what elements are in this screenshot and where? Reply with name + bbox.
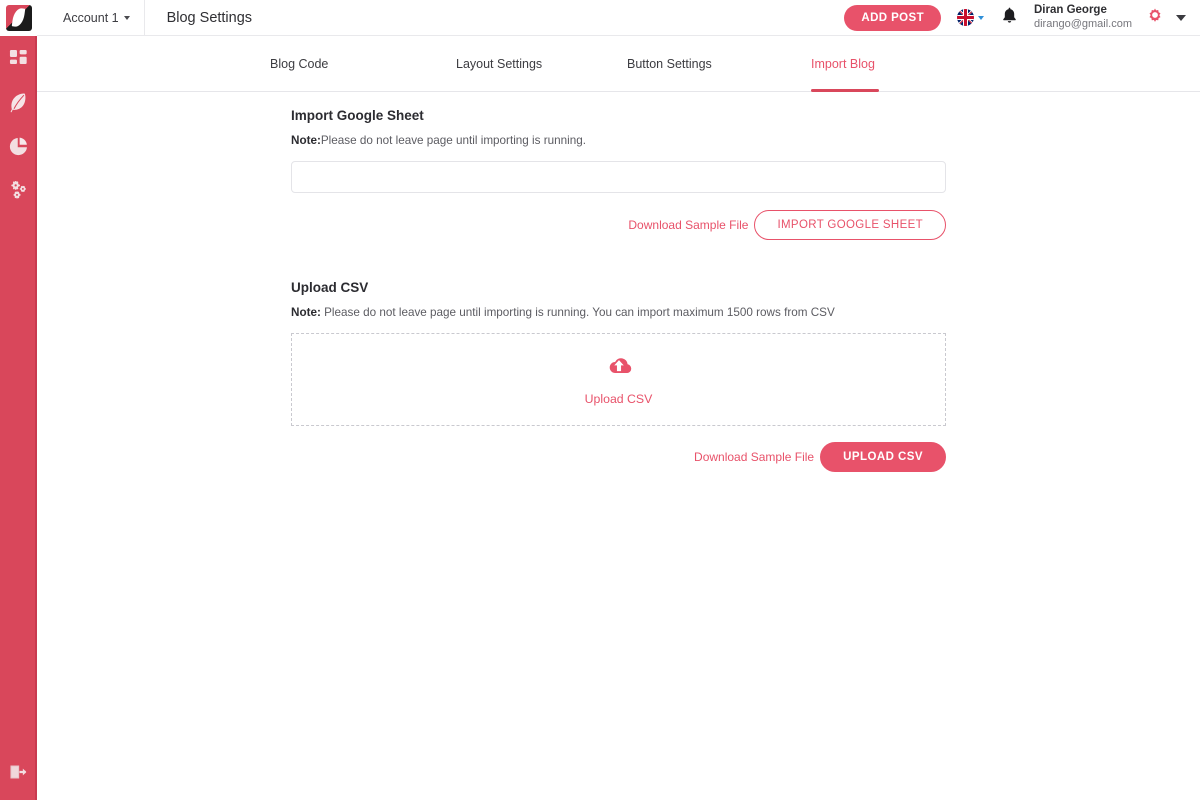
- settings-button[interactable]: [1146, 6, 1164, 29]
- chevron-down-icon: [123, 15, 130, 20]
- import-google-sheet-section: Import Google Sheet Note:Please do not l…: [291, 108, 946, 240]
- upload-csv-section: Upload CSV Note: Please do not leave pag…: [291, 280, 946, 472]
- upload-csv-button[interactable]: UPLOAD CSV: [820, 442, 946, 472]
- upload-csv-note: Note: Please do not leave page until imp…: [291, 306, 946, 319]
- gear-icon: [1146, 6, 1164, 29]
- upload-csv-actions: Download Sample File UPLOAD CSV: [291, 442, 946, 472]
- user-menu[interactable]: Diran George dirango@gmail.com: [1034, 3, 1132, 31]
- csv-dropzone-label: Upload CSV: [584, 391, 653, 406]
- tab-label: Blog Code: [270, 57, 329, 71]
- user-menu-chevron-down-icon[interactable]: [1176, 14, 1186, 21]
- language-selector[interactable]: [957, 9, 984, 26]
- sidebar-item-analytics[interactable]: [0, 124, 37, 168]
- user-email: dirango@gmail.com: [1034, 17, 1132, 30]
- tab-label: Import Blog: [811, 57, 875, 71]
- tab-button-settings[interactable]: Button Settings: [622, 36, 798, 92]
- import-google-sheet-title: Import Google Sheet: [291, 108, 424, 123]
- sidebar: [0, 0, 37, 800]
- sidebar-nav: [0, 36, 37, 212]
- add-post-button[interactable]: ADD POST: [844, 4, 941, 31]
- download-sample-file-link-sheet[interactable]: Download Sample File: [628, 218, 748, 232]
- main-content: Import Google Sheet Note:Please do not l…: [37, 92, 1200, 800]
- uk-flag-icon: [957, 9, 974, 26]
- top-bar: Account 1 Blog Settings ADD POST Diran G…: [37, 0, 1200, 36]
- note-label: Note:: [291, 134, 321, 147]
- tab-blog-code[interactable]: Blog Code: [270, 36, 446, 92]
- google-sheet-actions: Download Sample File IMPORT GOOGLE SHEET: [291, 210, 946, 240]
- top-bar-right: ADD POST Diran George dirango@gmail.com: [844, 3, 1200, 31]
- account-selector-label: Account 1: [63, 10, 119, 25]
- pie-chart-icon: [9, 137, 28, 156]
- bell-icon: [1002, 7, 1017, 29]
- notifications-button[interactable]: [1002, 7, 1017, 29]
- import-google-sheet-button[interactable]: IMPORT GOOGLE SHEET: [754, 210, 946, 240]
- feather-logo-icon: [5, 5, 32, 31]
- feather-icon: [9, 92, 28, 113]
- sidebar-bottom: [0, 750, 37, 794]
- user-name: Diran George: [1034, 4, 1107, 17]
- note-text: Please do not leave page until importing…: [320, 134, 586, 147]
- tab-layout-settings[interactable]: Layout Settings: [446, 36, 622, 92]
- app-root: Account 1 Blog Settings ADD POST Diran G…: [0, 0, 1200, 800]
- import-google-sheet-note: Note:Please do not leave page until impo…: [291, 134, 946, 147]
- tab-import-blog[interactable]: Import Blog: [798, 36, 918, 92]
- active-tab-indicator: [811, 89, 879, 92]
- gears-icon: [9, 180, 29, 200]
- sidebar-item-dashboard[interactable]: [0, 36, 37, 80]
- app-logo[interactable]: [0, 0, 37, 36]
- tab-label: Layout Settings: [456, 57, 543, 71]
- account-selector[interactable]: Account 1: [37, 0, 145, 36]
- download-sample-file-link-csv[interactable]: Download Sample File: [694, 450, 814, 464]
- page-title: Blog Settings: [166, 9, 253, 26]
- tab-label: Button Settings: [627, 57, 712, 71]
- note-text: Please do not leave page until importing…: [320, 306, 835, 319]
- sidebar-item-blog[interactable]: [0, 80, 37, 124]
- sidebar-item-integrations[interactable]: [0, 168, 37, 212]
- chevron-down-icon: [978, 15, 984, 20]
- cloud-upload-icon: [604, 354, 634, 385]
- csv-dropzone[interactable]: Upload CSV: [291, 333, 946, 426]
- note-label: Note:: [291, 306, 321, 319]
- sidebar-item-logout[interactable]: [0, 750, 37, 794]
- grid-dashboard-icon: [9, 49, 28, 68]
- google-sheet-url-input[interactable]: [291, 161, 946, 193]
- logout-icon: [9, 763, 28, 781]
- tab-bar: Blog Code Layout Settings Button Setting…: [37, 36, 1200, 92]
- upload-csv-title: Upload CSV: [291, 280, 369, 295]
